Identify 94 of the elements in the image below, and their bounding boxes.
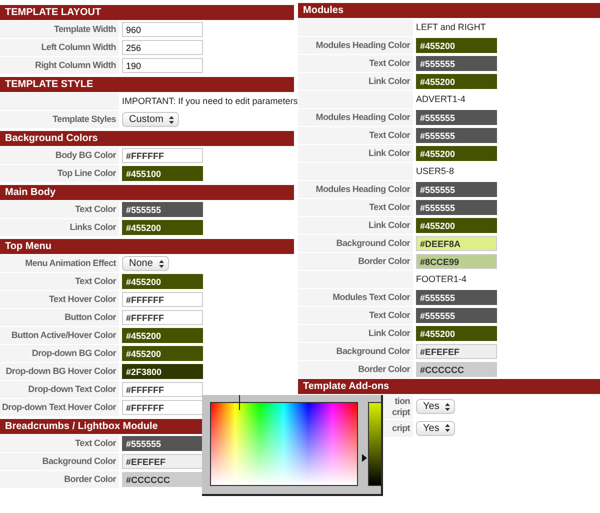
color-field[interactable]: #EFEFEF	[416, 344, 497, 359]
color-field[interactable]: #FFFFFF	[122, 382, 203, 397]
field-label: Drop-down Text Color	[0, 381, 119, 398]
field-label: Border Color	[0, 471, 119, 488]
color-field[interactable]: #455100	[122, 166, 203, 181]
color-field[interactable]: #455200	[416, 38, 497, 53]
section-header: Top Menu	[0, 239, 294, 254]
field-label: Border Color	[298, 253, 413, 270]
field-label: Link Color	[298, 217, 413, 234]
color-field[interactable]: #455200	[416, 74, 497, 89]
text-field[interactable]: 960	[122, 22, 203, 37]
field-label: Text Color	[0, 435, 119, 452]
caret-icon	[445, 402, 450, 411]
field-label: Background Color	[298, 343, 413, 360]
color-field[interactable]: #CCCCCC	[122, 472, 203, 487]
dropdown[interactable]: None	[122, 256, 169, 271]
field-label: Text Color	[298, 307, 413, 324]
color-field[interactable]: #455200	[122, 328, 203, 343]
color-picker-dialog[interactable]	[202, 395, 383, 496]
field-label: Text Color	[298, 55, 413, 72]
note-text: USER5-8	[416, 164, 454, 178]
color-field[interactable]: #555555	[416, 128, 497, 143]
field-label: Drop-down BG Color	[0, 345, 119, 362]
color-field[interactable]: #8CCE99	[416, 254, 497, 269]
section-header: TEMPLATE STYLE	[0, 77, 294, 92]
color-field[interactable]: #555555	[122, 202, 203, 217]
field-label: Drop-down Text Hover Color	[0, 399, 119, 416]
field-label: Body BG Color	[0, 147, 119, 164]
field-label: Right Column Width	[0, 57, 119, 74]
field-label: Menu Animation Effect	[0, 255, 119, 272]
color-field[interactable]: #455200	[122, 220, 203, 235]
dropdown[interactable]: Yes	[416, 399, 456, 414]
color-field[interactable]: #FFFFFF	[122, 292, 203, 307]
text-field[interactable]: 256	[122, 40, 203, 55]
color-field[interactable]: #455200	[122, 274, 203, 289]
field-label: Text Color	[298, 127, 413, 144]
field-label: Link Color	[298, 73, 413, 90]
field-label: Links Color	[0, 219, 119, 236]
color-field[interactable]: #455200	[416, 326, 497, 341]
color-field[interactable]: #555555	[122, 436, 203, 451]
text-field[interactable]: 190	[122, 58, 203, 73]
color-gradient[interactable]	[210, 402, 358, 486]
color-field[interactable]: #455200	[122, 346, 203, 361]
section-header: Modules	[298, 3, 600, 18]
color-field[interactable]: #EFEFEF	[122, 454, 203, 469]
field-label: Drop-down BG Hover Color	[0, 363, 119, 380]
field-label: Background Color	[0, 453, 119, 470]
slider-arrow[interactable]	[362, 454, 367, 462]
note-text: LEFT and RIGHT	[416, 20, 486, 34]
caret-icon	[445, 424, 450, 432]
color-field[interactable]: #CCCCCC	[416, 362, 497, 377]
field-label: Text Color	[0, 273, 119, 290]
note-text: FOOTER1-4	[416, 272, 467, 286]
field-label: Background Color	[298, 235, 413, 252]
color-field[interactable]: #2F3800	[122, 364, 203, 379]
color-field[interactable]: #DEEF8A	[416, 236, 497, 251]
color-field[interactable]: #555555	[416, 182, 497, 197]
field-label: Template Width	[0, 21, 119, 38]
caret-icon	[158, 260, 164, 268]
field-label: Modules Heading Color	[298, 37, 413, 54]
color-field[interactable]: #455200	[416, 146, 497, 161]
field-label: Border Color	[298, 361, 413, 378]
field-label: Text Color	[298, 199, 413, 216]
field-label: Link Color	[298, 325, 413, 342]
field-label: Modules Text Color	[298, 289, 413, 306]
field-label: Top Line Color	[0, 165, 119, 182]
caret-icon	[169, 116, 174, 124]
crosshair-icon	[232, 395, 247, 410]
field-label: Modules Heading Color	[298, 181, 413, 198]
field-label: Left Column Width	[0, 39, 119, 56]
note-text: IMPORTANT: If you need to edit parameters	[122, 94, 298, 108]
field-label: Text Color	[0, 201, 119, 218]
color-field[interactable]: #FFFFFF	[122, 148, 203, 163]
color-field[interactable]: #FFFFFF	[122, 310, 203, 325]
field-label: Button Active/Hover Color	[0, 327, 119, 344]
field-label: Button Color	[0, 309, 119, 326]
color-field[interactable]: #555555	[416, 308, 497, 323]
color-field[interactable]: #455200	[416, 218, 497, 233]
color-field[interactable]: #555555	[416, 290, 497, 305]
color-field[interactable]: #FFFFFF	[122, 400, 203, 415]
color-field[interactable]: #555555	[416, 110, 497, 125]
field-label: Modules Heading Color	[298, 109, 413, 126]
color-field[interactable]: #555555	[416, 200, 497, 215]
section-header: Main Body	[0, 185, 294, 200]
section-header: Background Colors	[0, 131, 294, 146]
field-label: Link Color	[298, 145, 413, 162]
section-header: TEMPLATE LAYOUT	[0, 5, 294, 20]
field-label: Text Hover Color	[0, 291, 119, 308]
color-field[interactable]: #555555	[416, 56, 497, 71]
dropdown[interactable]: Yes	[416, 420, 456, 436]
note-text: ADVERT1-4	[416, 92, 466, 106]
field-label: Template Styles	[0, 111, 119, 128]
dropdown[interactable]: Custom	[122, 112, 180, 127]
section-header: Template Add-ons	[298, 379, 600, 394]
